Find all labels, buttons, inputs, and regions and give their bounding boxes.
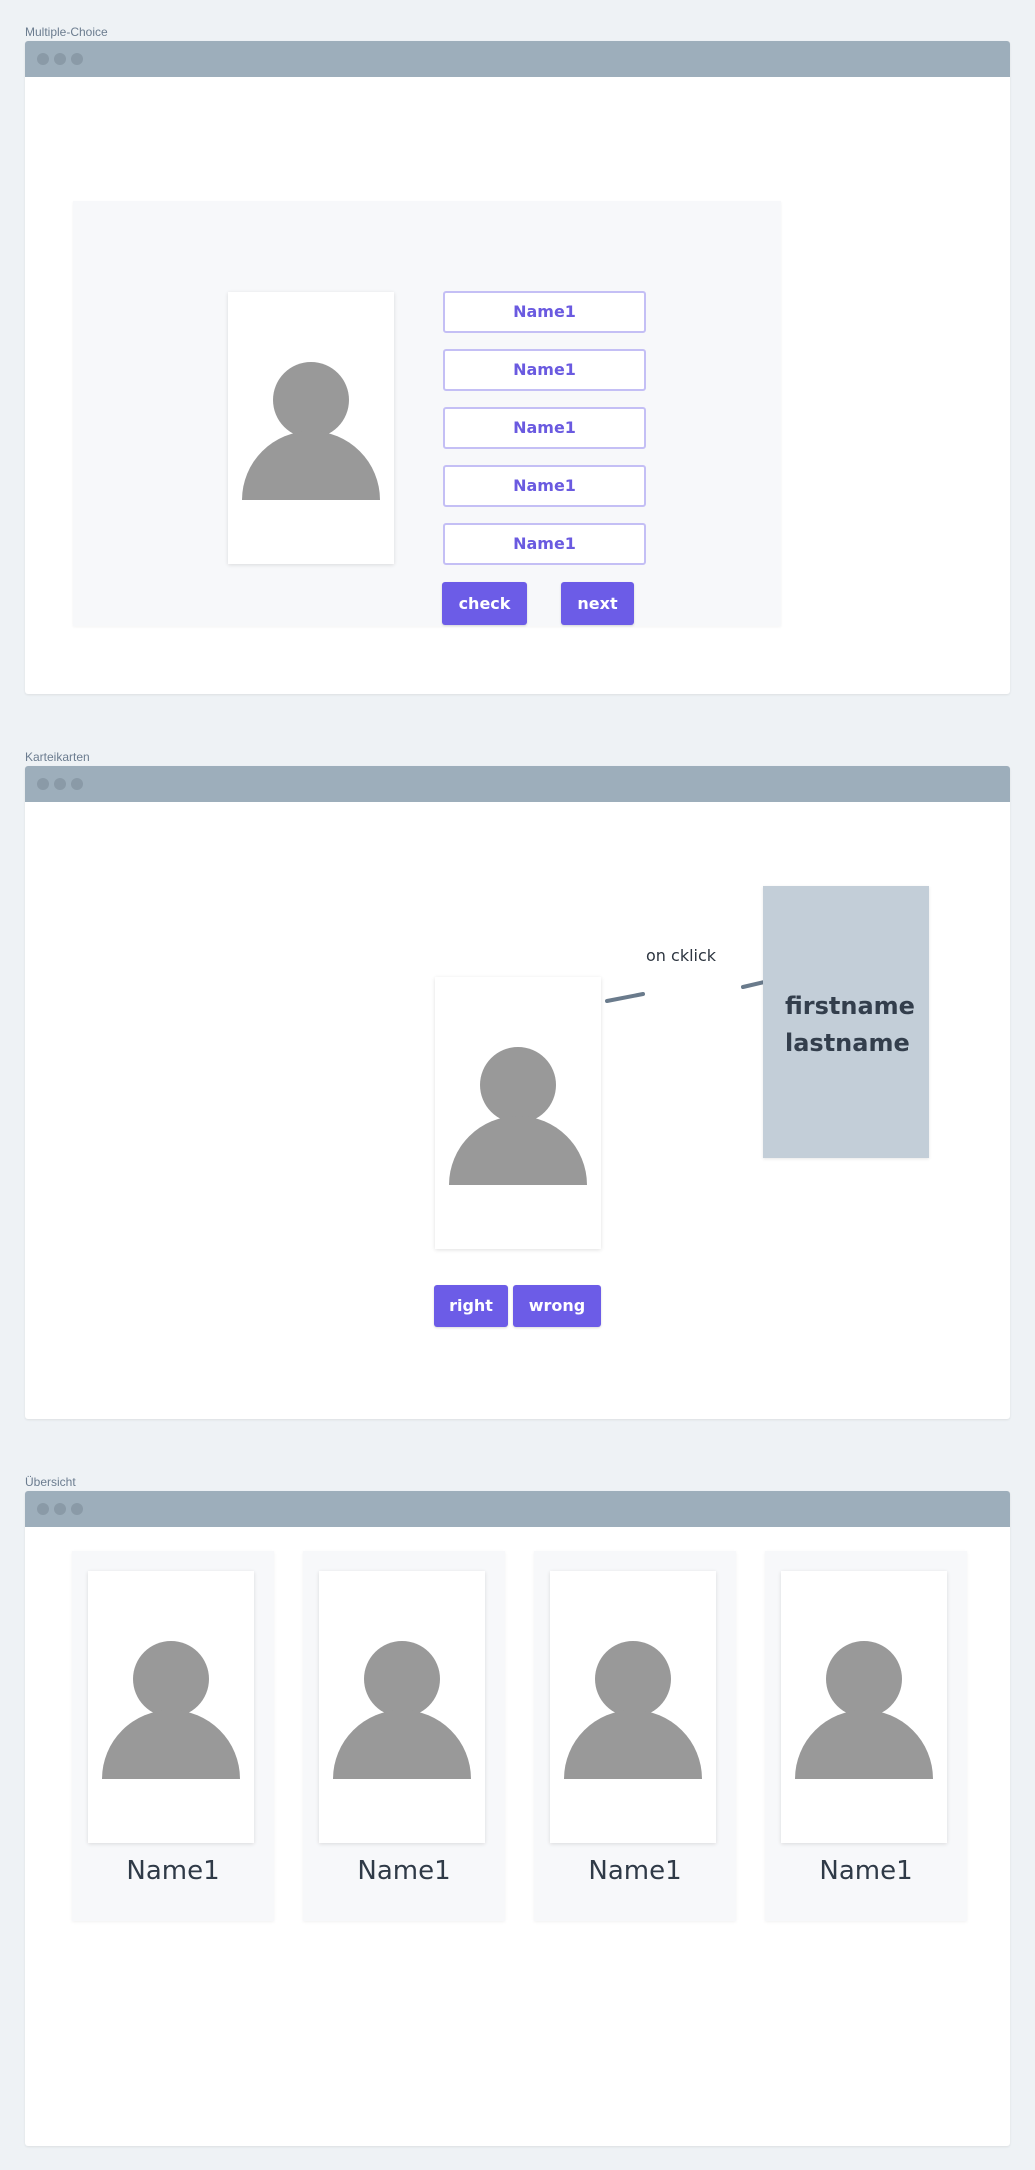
answer-option[interactable]: Name1 [443,523,646,565]
overview-card-name: Name1 [588,1856,682,1886]
window-dot-icon[interactable] [37,778,49,790]
flashcard-name: firstname lastname [785,988,915,1062]
window-dot-icon[interactable] [54,53,66,65]
person-avatar-icon [795,1641,933,1779]
frame-label-uebersicht: Übersicht [25,1475,76,1489]
flashcard-front[interactable] [435,977,601,1249]
flashcard-lastname: lastname [785,1029,910,1057]
portrait-card [550,1571,716,1843]
next-button[interactable]: next [561,582,634,625]
check-button[interactable]: check [442,582,527,625]
overview-card-name: Name1 [357,1856,451,1886]
window-dot-icon[interactable] [71,778,83,790]
window-dot-icon[interactable] [54,1503,66,1515]
window-dot-icon[interactable] [37,1503,49,1515]
window-titlebar [25,1491,1010,1527]
window-titlebar [25,766,1010,802]
overview-card[interactable]: Name1 [534,1551,736,1921]
overview-card-name: Name1 [126,1856,220,1886]
person-avatar-icon [449,1047,587,1185]
answer-option[interactable]: Name1 [443,407,646,449]
window-karteikarten: on cklick firstname lastname right wrong [25,766,1010,1419]
overview-card[interactable]: Name1 [72,1551,274,1921]
overview-card[interactable]: Name1 [765,1551,967,1921]
window-dot-icon[interactable] [37,53,49,65]
window-titlebar [25,41,1010,77]
wrong-button[interactable]: wrong [513,1285,601,1327]
person-avatar-icon [242,362,380,500]
window-dot-icon[interactable] [54,778,66,790]
quiz-panel: Name1 Name1 Name1 Name1 Name1 check next [73,201,781,626]
person-avatar-icon [333,1641,471,1779]
frame-label-karteikarten: Karteikarten [25,750,90,764]
window-uebersicht: Name1 Name1 Name1 Name1 [25,1491,1010,2146]
flip-hint-label: on cklick [646,946,717,965]
flashcard-firstname: firstname [785,992,915,1020]
answer-option[interactable]: Name1 [443,349,646,391]
portrait-card [228,292,394,564]
window-multiple-choice: Name1 Name1 Name1 Name1 Name1 check next [25,41,1010,694]
portrait-card [781,1571,947,1843]
answer-option[interactable]: Name1 [443,465,646,507]
portrait-card [88,1571,254,1843]
person-avatar-icon [102,1641,240,1779]
flashcard-back[interactable]: firstname lastname [763,886,929,1158]
portrait-card [319,1571,485,1843]
frame-label-multiple-choice: Multiple-Choice [25,25,108,39]
window-dot-icon[interactable] [71,53,83,65]
overview-card-name: Name1 [819,1856,913,1886]
answer-option[interactable]: Name1 [443,291,646,333]
window-dot-icon[interactable] [71,1503,83,1515]
person-avatar-icon [564,1641,702,1779]
overview-card[interactable]: Name1 [303,1551,505,1921]
right-button[interactable]: right [434,1285,508,1327]
